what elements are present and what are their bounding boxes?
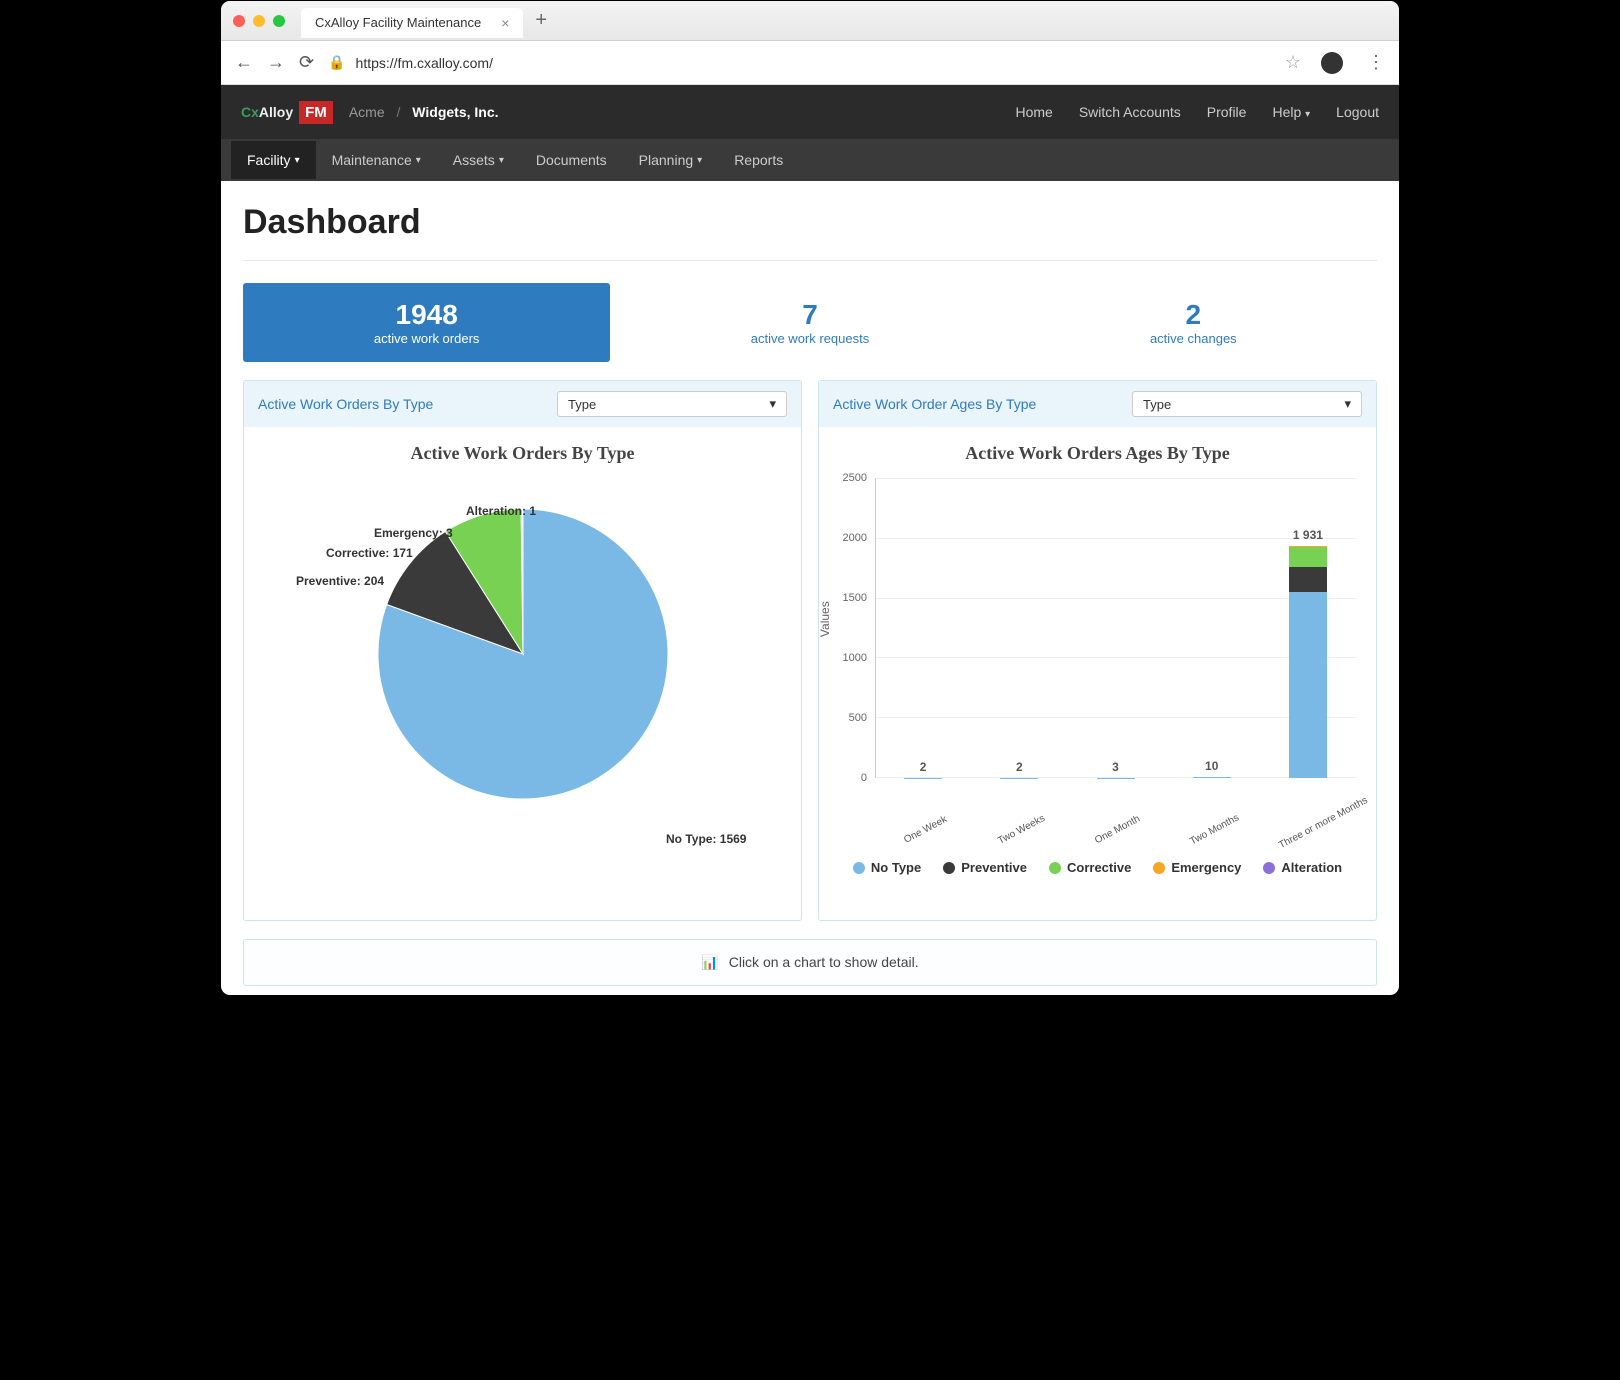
maximize-window-icon[interactable]: [273, 15, 285, 27]
legend-dot-icon: [1049, 862, 1061, 874]
x-axis-label: One Week: [892, 809, 959, 852]
forward-button[interactable]: →: [267, 52, 285, 73]
panel-work-orders-by-type: Active Work Orders By Type Type▾ Active …: [243, 380, 802, 921]
bar-column[interactable]: 10: [1164, 478, 1260, 778]
legend-item: No Type: [853, 860, 921, 875]
window-controls: [233, 15, 285, 27]
bar-chart-legend: No Type Preventive Corrective Emergency Alte…: [831, 860, 1364, 875]
bar-chart-icon: 📊: [701, 954, 718, 970]
card-value: 7: [642, 299, 977, 331]
breadcrumb-current[interactable]: Widgets, Inc.: [412, 104, 498, 120]
y-axis-label: Values: [818, 601, 832, 637]
chevron-down-icon: ▾: [416, 155, 421, 166]
x-axis-label: Two Months: [1181, 809, 1248, 852]
nav-item-documents[interactable]: Documents: [520, 141, 623, 179]
bookmark-icon[interactable]: ☆: [1285, 52, 1301, 73]
profile-avatar-icon[interactable]: [1321, 52, 1343, 74]
summary-card[interactable]: 7active work requests: [626, 283, 993, 362]
lock-icon: 🔒: [328, 54, 345, 71]
summary-card[interactable]: 1948active work orders: [243, 283, 610, 362]
app-header: CxAlloyFM Acme / Widgets, Inc. Home Swit…: [221, 85, 1399, 139]
chevron-down-icon: ▾: [1344, 396, 1351, 412]
pie-slice-label: Preventive: 204: [296, 574, 384, 588]
chevron-down-icon: ▾: [499, 155, 504, 166]
nav-item-planning[interactable]: Planning ▾: [623, 141, 719, 179]
card-value: 1948: [259, 299, 594, 331]
x-axis-label: Two Weeks: [988, 809, 1055, 852]
nav-switch-accounts[interactable]: Switch Accounts: [1079, 104, 1181, 120]
pie-slice-label: Alteration: 1: [466, 504, 536, 518]
x-axis-label: One Month: [1085, 809, 1152, 852]
browser-menu-icon[interactable]: ⋮: [1367, 52, 1385, 73]
tab-title: CxAlloy Facility Maintenance: [315, 15, 481, 30]
pie-chart[interactable]: Alteration: 1 Emergency: 3 Corrective: 171…: [256, 504, 789, 904]
legend-dot-icon: [1263, 862, 1275, 874]
nav-logout[interactable]: Logout: [1336, 104, 1379, 120]
card-label: active changes: [1026, 331, 1361, 346]
bar-chart-title: Active Work Orders Ages By Type: [831, 443, 1364, 464]
close-window-icon[interactable]: [233, 15, 245, 27]
nav-item-assets[interactable]: Assets ▾: [437, 141, 520, 179]
bar-chart[interactable]: Values 05001000150020002500 223101 931 O…: [831, 478, 1364, 818]
pie-slice-label: Corrective: 171: [326, 546, 413, 560]
logo[interactable]: CxAlloyFM: [241, 104, 333, 121]
divider: [243, 260, 1377, 261]
summary-cards: 1948active work orders7active work reque…: [243, 283, 1377, 362]
new-tab-button[interactable]: +: [535, 9, 547, 32]
nav-item-reports[interactable]: Reports: [718, 141, 799, 179]
legend-item: Emergency: [1153, 860, 1241, 875]
pie-slice-label: Emergency: 3: [374, 526, 453, 540]
breadcrumb-org[interactable]: Acme: [349, 104, 385, 120]
panel-b-title: Active Work Order Ages By Type: [833, 396, 1036, 412]
panel-b-type-select[interactable]: Type▾: [1132, 391, 1362, 417]
bar-column[interactable]: 2: [875, 478, 971, 778]
browser-tab[interactable]: CxAlloy Facility Maintenance ×: [301, 8, 523, 38]
legend-dot-icon: [853, 862, 865, 874]
chart-hint: 📊 Click on a chart to show detail.: [243, 939, 1377, 986]
nav-item-maintenance[interactable]: Maintenance ▾: [316, 141, 437, 179]
chevron-down-icon: ▾: [697, 155, 702, 166]
nav-profile[interactable]: Profile: [1207, 104, 1247, 120]
reload-button[interactable]: ⟳: [299, 52, 314, 73]
nav-item-facility[interactable]: Facility ▾: [231, 141, 316, 179]
nav-home[interactable]: Home: [1015, 104, 1052, 120]
minimize-window-icon[interactable]: [253, 15, 265, 27]
x-axis-label: Three or more Months: [1277, 809, 1344, 852]
legend-item: Corrective: [1049, 860, 1131, 875]
address-bar[interactable]: 🔒 https://fm.cxalloy.com/: [328, 54, 1271, 71]
panel-work-order-ages: Active Work Order Ages By Type Type▾ Act…: [818, 380, 1377, 921]
chevron-down-icon: ▾: [1305, 109, 1310, 120]
nav-help[interactable]: Help ▾: [1272, 104, 1310, 120]
bar-column[interactable]: 3: [1067, 478, 1163, 778]
main-nav: Facility ▾Maintenance ▾Assets ▾Documents…: [221, 139, 1399, 181]
close-tab-icon[interactable]: ×: [501, 15, 509, 31]
breadcrumb: Acme / Widgets, Inc.: [349, 104, 499, 120]
pie-slice-label: No Type: 1569: [666, 832, 746, 846]
legend-dot-icon: [943, 862, 955, 874]
back-button[interactable]: ←: [235, 52, 253, 73]
page-title: Dashboard: [243, 203, 1377, 242]
card-label: active work requests: [642, 331, 977, 346]
bar-column[interactable]: 2: [971, 478, 1067, 778]
card-value: 2: [1026, 299, 1361, 331]
pie-chart-title: Active Work Orders By Type: [256, 443, 789, 464]
browser-tab-bar: CxAlloy Facility Maintenance × +: [221, 1, 1399, 41]
panel-a-title: Active Work Orders By Type: [258, 396, 433, 412]
legend-item: Alteration: [1263, 860, 1342, 875]
legend-dot-icon: [1153, 862, 1165, 874]
card-label: active work orders: [259, 331, 594, 346]
panel-a-type-select[interactable]: Type▾: [557, 391, 787, 417]
chevron-down-icon: ▾: [295, 155, 300, 166]
chevron-down-icon: ▾: [769, 396, 776, 412]
legend-item: Preventive: [943, 860, 1027, 875]
url-text: https://fm.cxalloy.com/: [356, 55, 493, 71]
browser-toolbar: ← → ⟳ 🔒 https://fm.cxalloy.com/ ☆ ⋮: [221, 41, 1399, 85]
summary-card[interactable]: 2active changes: [1010, 283, 1377, 362]
bar-column[interactable]: 1 931: [1260, 478, 1356, 778]
